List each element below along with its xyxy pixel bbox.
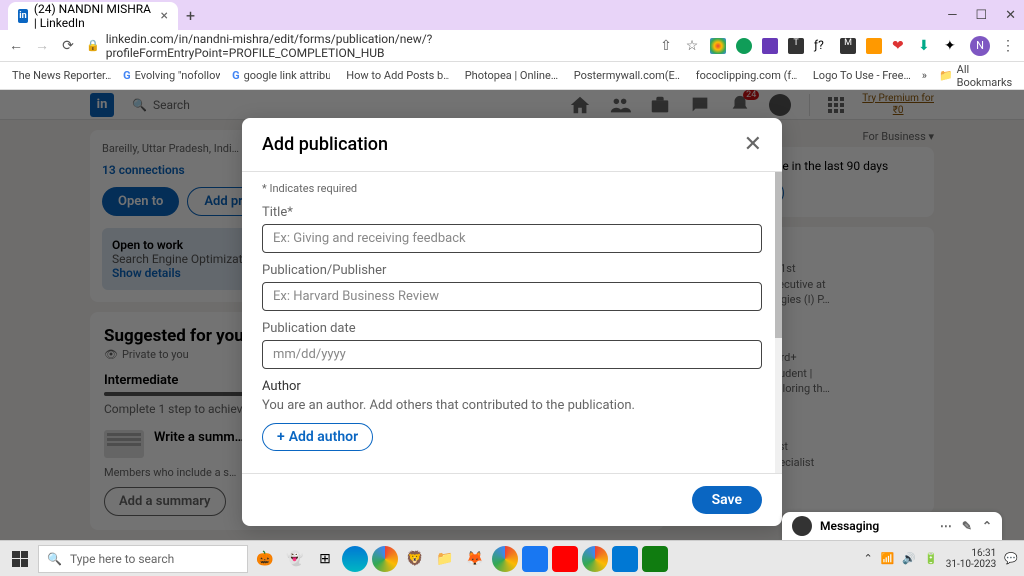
search-icon: 🔍 [47,552,62,566]
ext-icon[interactable]: M [840,38,856,54]
browser-titlebar: in (24) NANDNI MISHRA | LinkedIn × + — ☐… [0,0,1024,30]
profile-avatar-icon[interactable]: N [970,36,990,56]
extensions-icon[interactable]: ✦ [944,38,960,54]
page-content: in 🔍 Search 24 Try Premium for₹0 Bareill… [0,90,1024,576]
window-controls: — ☐ ✕ [947,8,1016,23]
linkedin-favicon: in [18,9,28,23]
chrome-icon[interactable] [372,546,398,572]
edge-icon[interactable] [342,546,368,572]
modal-title: Add publication [262,134,388,155]
bookmark-item[interactable]: Logo To Use - Free… [809,69,910,83]
compose-icon[interactable]: ✎ [962,519,972,533]
app-icon[interactable] [612,546,638,572]
app-icon[interactable] [552,546,578,572]
reload-icon[interactable]: ⟳ [60,38,76,54]
app-icon[interactable] [642,546,668,572]
tab-close-icon[interactable]: × [161,8,168,24]
maximize-icon[interactable]: ☐ [975,8,987,23]
app-icon[interactable] [522,546,548,572]
add-publication-modal: Add publication ✕ * Indicates required T… [242,118,782,526]
chrome-icon[interactable] [492,546,518,572]
publisher-label: Publication/Publisher [262,263,762,278]
minimize-icon[interactable]: — [947,8,957,23]
bookmark-item[interactable]: fococlipping.com (f… [692,69,797,83]
share-icon[interactable]: ⇧ [658,38,674,54]
messaging-bar[interactable]: Messaging ⋯ ✎ ⌃ [782,512,1002,540]
explorer-icon[interactable]: 📁 [432,546,458,572]
author-label: Author [262,379,762,394]
taskview-icon[interactable]: ⊞ [312,546,338,572]
tab-title: (24) NANDNI MISHRA | LinkedIn [34,2,155,30]
close-icon[interactable]: ✕ [744,132,762,157]
clock[interactable]: 16:31 31-10-2023 [946,548,997,570]
add-author-button[interactable]: +Add author [262,423,373,451]
browser-tab[interactable]: in (24) NANDNI MISHRA | LinkedIn × [8,2,178,30]
firefox-icon[interactable]: 🦊 [462,546,488,572]
taskbar-search[interactable]: 🔍Type here to search [38,545,248,573]
all-bookmarks-button[interactable]: 📁All Bookmarks [939,63,1016,89]
new-tab-button[interactable]: + [186,6,195,25]
bookmark-item[interactable]: Photopea | Online… [461,69,558,83]
author-note: You are an author. Add others that contr… [262,398,762,413]
tray-icon[interactable]: ⌃ [863,552,872,565]
required-note: * Indicates required [262,182,762,195]
msg-avatar-icon [792,516,812,536]
bookmark-item[interactable]: The News Reporter… [8,69,111,83]
tray-icon[interactable]: 📶 [881,552,895,565]
ext-icon[interactable] [710,38,726,54]
close-window-icon[interactable]: ✕ [1005,8,1016,23]
extension-icons: T ƒ? M ❤ ⬇ ✦ N ⋮ [710,36,1016,56]
notification-icon[interactable]: 💬 [1004,552,1018,565]
ext-icon[interactable] [762,38,778,54]
windows-taskbar: 🔍Type here to search 🎃 👻 ⊞ 🦁 📁 🦊 ⌃ 📶 🔊 🔋… [0,540,1024,576]
more-icon[interactable]: ⋯ [940,519,952,533]
task-icon[interactable]: 👻 [282,546,308,572]
chevron-up-icon[interactable]: ⌃ [982,519,992,533]
url-text: linkedin.com/in/nandni-mishra/edit/forms… [106,32,648,60]
start-button[interactable] [6,545,34,573]
address-bar: ← → ⟳ 🔒 linkedin.com/in/nandni-mishra/ed… [0,30,1024,62]
ext-icon[interactable]: ❤ [892,38,908,54]
ext-icon[interactable]: ƒ? [814,38,830,54]
url-field[interactable]: 🔒 linkedin.com/in/nandni-mishra/edit/for… [86,32,648,60]
ext-icon[interactable]: T [788,38,804,54]
publisher-input[interactable] [262,282,762,311]
back-icon[interactable]: ← [8,38,24,54]
tray-icon[interactable]: 🔊 [902,552,916,565]
system-tray: ⌃ 📶 🔊 🔋 16:31 31-10-2023 💬 [863,548,1018,570]
bookmark-item[interactable]: Ggoogle link attributi… [232,69,330,82]
star-icon[interactable]: ☆ [684,38,700,54]
title-label: Title* [262,205,762,220]
date-label: Publication date [262,321,762,336]
ext-icon[interactable] [736,38,752,54]
bookmark-item[interactable]: GEvolving "nofollow"… [123,69,220,82]
bookmark-item[interactable]: Postermywall.com(E… [570,69,680,83]
menu-icon[interactable]: ⋮ [1000,38,1016,54]
ext-icon[interactable]: ⬇ [918,38,934,54]
date-input[interactable] [262,340,762,369]
save-button[interactable]: Save [692,486,762,514]
scrollbar[interactable] [775,172,782,473]
bookmark-overflow-icon[interactable]: » [922,69,927,82]
bookmarks-bar: The News Reporter… GEvolving "nofollow"…… [0,62,1024,90]
chrome-icon[interactable] [582,546,608,572]
brave-icon[interactable]: 🦁 [402,546,428,572]
messaging-label: Messaging [820,519,879,533]
title-input[interactable] [262,224,762,253]
forward-icon[interactable]: → [34,38,50,54]
ext-icon[interactable] [866,38,882,54]
task-icon[interactable]: 🎃 [252,546,278,572]
bookmark-item[interactable]: How to Add Posts b… [342,69,448,83]
lock-icon: 🔒 [86,39,100,52]
tray-icon[interactable]: 🔋 [924,552,938,565]
plus-icon: + [277,429,285,445]
